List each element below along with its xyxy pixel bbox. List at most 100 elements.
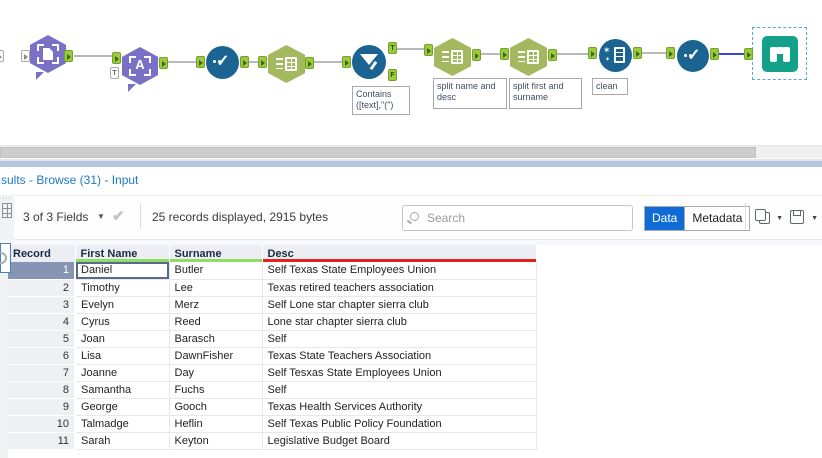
true-output-anchor[interactable]: T	[388, 42, 397, 54]
filter-tool[interactable]	[352, 45, 386, 79]
output-anchor[interactable]	[548, 49, 557, 61]
output-anchor[interactable]	[305, 57, 314, 69]
select-tool[interactable]: ✓	[677, 40, 709, 72]
connection-wire[interactable]	[168, 61, 196, 63]
search-input[interactable]	[427, 207, 627, 229]
record-cell[interactable]: 9	[8, 398, 76, 416]
surname-cell[interactable]: Fuchs	[169, 381, 263, 399]
first-name-cell[interactable]: Talmadge	[75, 415, 170, 433]
first-name-cell[interactable]: Daniel	[75, 262, 170, 280]
first-name-cell[interactable]: Lisa	[75, 347, 170, 365]
input-anchor[interactable]	[744, 48, 753, 60]
surname-cell[interactable]: Merz	[169, 296, 263, 314]
connection-wire[interactable]	[314, 61, 342, 63]
first-name-cell[interactable]: Samantha	[75, 381, 170, 399]
record-cell[interactable]: 1	[8, 262, 76, 280]
desc-cell[interactable]: Texas State Teachers Association	[262, 347, 537, 365]
first-name-cell[interactable]: Joanne	[75, 364, 170, 382]
table-row[interactable]: 8 Samantha Fuchs Self	[8, 381, 537, 399]
connection-wire[interactable]	[397, 48, 424, 50]
header-record[interactable]: Record	[8, 245, 76, 262]
text-to-columns-tool[interactable]	[268, 45, 305, 83]
input-anchor[interactable]	[424, 44, 433, 56]
connection-wire[interactable]	[481, 53, 500, 55]
output-anchor[interactable]	[710, 48, 719, 60]
split-surname-annotation[interactable]: split first and surname	[509, 78, 582, 109]
first-name-cell[interactable]: Sarah	[75, 432, 170, 450]
first-name-cell[interactable]: Timothy	[75, 279, 170, 297]
desc-cell[interactable]: Self	[262, 330, 537, 348]
first-name-cell[interactable]: Joan	[75, 330, 170, 348]
input-anchor[interactable]	[588, 47, 597, 59]
output-anchor[interactable]	[633, 47, 642, 59]
desc-cell[interactable]: Self	[262, 381, 537, 399]
desc-cell[interactable]: Self Texas State Employees Union	[262, 262, 537, 280]
table-row[interactable]: 3 Evelyn Merz Self Lone star chapter sie…	[8, 296, 537, 314]
surname-cell[interactable]: Barasch	[169, 330, 263, 348]
first-name-cell[interactable]: Cyrus	[75, 313, 170, 331]
fields-summary-dropdown[interactable]: 3 of 3 Fields	[23, 210, 88, 224]
image-input-tool[interactable]	[30, 35, 66, 73]
save-button[interactable]: ▼	[788, 208, 818, 230]
header-surname[interactable]: Surname	[169, 245, 263, 262]
text-to-columns-tool[interactable]	[510, 38, 547, 76]
record-cell[interactable]: 8	[8, 381, 76, 399]
metadata-tab[interactable]: Metadata	[684, 207, 750, 230]
header-first-name[interactable]: First Name	[75, 245, 170, 262]
input-anchor[interactable]	[0, 50, 4, 62]
connection-wire[interactable]	[249, 61, 258, 63]
desc-cell[interactable]: Self Texas Public Policy Foundation	[262, 415, 537, 433]
record-cell[interactable]: 5	[8, 330, 76, 348]
output-anchor[interactable]	[159, 57, 168, 69]
surname-cell[interactable]: Day	[169, 364, 263, 382]
header-desc[interactable]: Desc	[262, 245, 537, 262]
text-to-columns-tool[interactable]	[434, 38, 471, 76]
input-anchor[interactable]	[196, 56, 205, 68]
record-cell[interactable]: 10	[8, 415, 76, 433]
input-anchor[interactable]	[342, 56, 351, 68]
canvas-horizontal-scrollbar[interactable]	[0, 145, 822, 158]
data-tab[interactable]: Data	[645, 207, 685, 230]
output-anchor[interactable]	[472, 49, 481, 61]
select-tool[interactable]: ✓	[206, 46, 239, 79]
record-cell[interactable]: 3	[8, 296, 76, 314]
table-row[interactable]: 2 Timothy Lee Texas retired teachers ass…	[8, 279, 537, 297]
record-cell[interactable]: 11	[8, 432, 76, 450]
filter-annotation[interactable]: Contains ([text],"(")	[352, 86, 410, 115]
record-cell[interactable]: 2	[8, 279, 76, 297]
first-name-cell[interactable]: George	[75, 398, 170, 416]
input-anchor[interactable]	[112, 52, 121, 64]
input-anchor[interactable]	[258, 56, 267, 68]
desc-cell[interactable]: Self Lone star chapter sierra club	[262, 296, 537, 314]
input-anchor[interactable]	[21, 50, 30, 62]
copy-button[interactable]: ▼	[753, 208, 783, 230]
output-anchor[interactable]	[240, 56, 249, 68]
surname-cell[interactable]: Keyton	[169, 432, 263, 450]
table-row[interactable]: 10 Talmadge Heflin Self Texas Public Pol…	[8, 415, 537, 433]
table-row[interactable]: 7 Joanne Day Self Tesxas State Employees…	[8, 364, 537, 382]
table-row[interactable]: 6 Lisa DawnFisher Texas State Teachers A…	[8, 347, 537, 365]
browse-tool[interactable]	[762, 36, 798, 72]
split-name-annotation[interactable]: split name and desc	[433, 78, 507, 109]
desc-cell[interactable]: Texas Health Services Authority	[262, 398, 537, 416]
desc-cell[interactable]: Lone star chapter sierra club	[262, 313, 537, 331]
record-cell[interactable]: 4	[8, 313, 76, 331]
desc-cell[interactable]: Texas retired teachers association	[262, 279, 537, 297]
input-anchor[interactable]	[666, 47, 675, 59]
drag-handle-icon[interactable]: ···	[2, 195, 12, 202]
surname-cell[interactable]: Gooch	[169, 398, 263, 416]
cell-viewer-toggle[interactable]	[0, 243, 11, 273]
template-input-anchor[interactable]: T	[110, 67, 119, 79]
data-cleansing-tool[interactable]: ✶ ✶	[599, 39, 632, 72]
desc-cell[interactable]: Self Tesxas State Employees Union	[262, 364, 537, 382]
record-cell[interactable]: 7	[8, 364, 76, 382]
table-row[interactable]: 11 Sarah Keyton Legislative Budget Board	[8, 432, 537, 450]
surname-cell[interactable]: Butler	[169, 262, 263, 280]
output-anchor[interactable]	[64, 50, 73, 62]
desc-cell[interactable]: Legislative Budget Board	[262, 432, 537, 450]
table-row[interactable]: 9 George Gooch Texas Health Services Aut…	[8, 398, 537, 416]
first-name-cell[interactable]: Evelyn	[75, 296, 170, 314]
connection-wire-selected[interactable]	[719, 53, 744, 55]
image-to-text-tool[interactable]: A	[122, 47, 158, 85]
table-row[interactable]: 5 Joan Barasch Self	[8, 330, 537, 348]
